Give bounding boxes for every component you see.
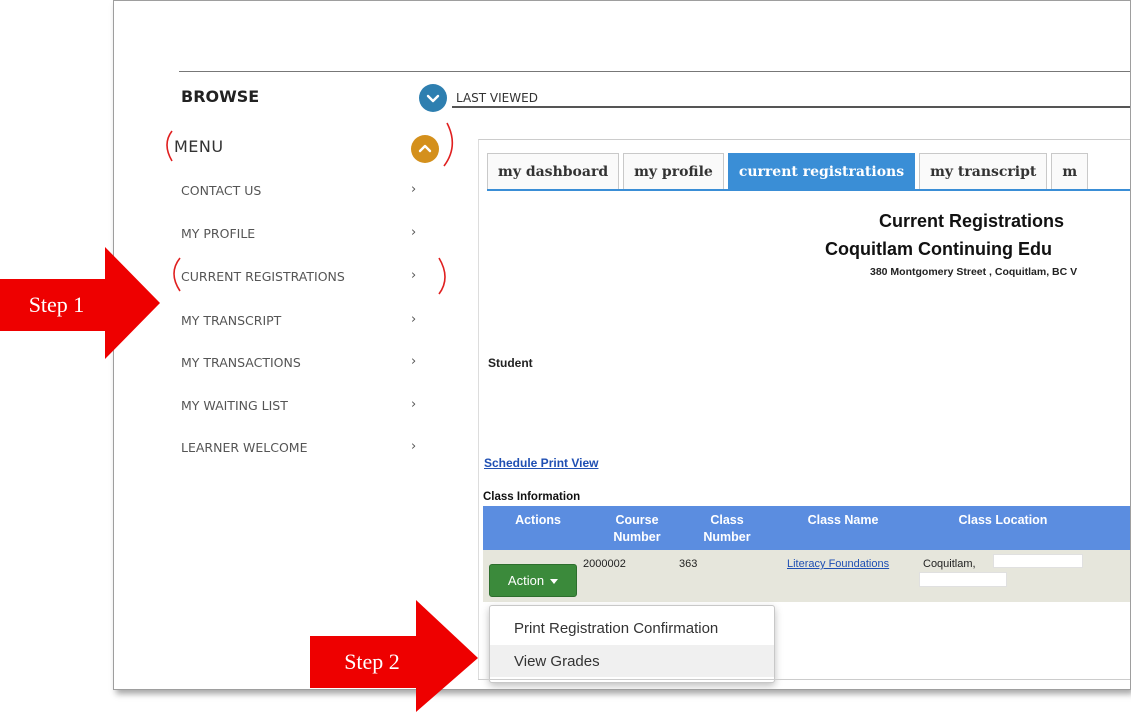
chevron-right-icon: ›	[411, 439, 417, 454]
sidebar-item-learner-welcome[interactable]: LEARNER WELCOME ›	[181, 436, 421, 462]
column-header-class-name: Class Name	[807, 513, 879, 527]
step2-arrow-icon	[416, 600, 478, 712]
redacted-field	[919, 572, 1007, 587]
table-header: Actions Course Number Class Number Class N…	[483, 506, 1130, 550]
column-header-actions: Actions	[515, 513, 561, 527]
tab-my-dashboard[interactable]: my dashboard	[487, 153, 620, 189]
tab-current-registrations[interactable]: current registrations	[727, 153, 916, 189]
class-name-link[interactable]: Literacy Foundations	[787, 558, 889, 570]
top-divider	[179, 71, 1130, 72]
menu-item-print-registration-confirmation[interactable]: Print Registration Confirmation	[490, 612, 774, 644]
tab-bar: my dashboard my profile current registra…	[487, 153, 1089, 189]
last-viewed-divider	[452, 106, 1130, 108]
sidebar-item-label: MY TRANSCRIPT	[181, 313, 282, 328]
class-location-cell: Coquitlam,	[923, 558, 976, 570]
browse-expand-button[interactable]	[419, 84, 447, 112]
main-panel: my dashboard my profile current registra…	[478, 139, 1130, 683]
chevron-up-icon	[418, 144, 432, 153]
sidebar-item-label: LEARNER WELCOME	[181, 440, 308, 455]
sidebar-item-my-waiting-list[interactable]: MY WAITING LIST ›	[181, 394, 421, 420]
tab-more[interactable]: m	[1051, 153, 1089, 189]
schedule-print-view-link[interactable]: Schedule Print View	[484, 456, 598, 470]
sidebar-item-my-transcript[interactable]: MY TRANSCRIPT ›	[181, 309, 421, 335]
sidebar-item-label: CURRENT REGISTRATIONS	[181, 269, 345, 284]
column-header-course-number: Course Number	[613, 513, 661, 544]
sidebar-item-label: CONTACT US	[181, 183, 262, 198]
sidebar-item-my-transactions[interactable]: MY TRANSACTIONS ›	[181, 351, 421, 377]
browse-heading: BROWSE	[181, 87, 260, 106]
sidebar-item-current-registrations[interactable]: CURRENT REGISTRATIONS ›	[181, 265, 421, 291]
action-dropdown-button[interactable]: Action	[489, 564, 577, 597]
tab-my-profile[interactable]: my profile	[623, 153, 724, 189]
course-number-cell: 2000002	[583, 558, 626, 570]
last-viewed-label[interactable]: LAST VIEWED	[456, 91, 538, 105]
tab-underline	[487, 189, 1130, 191]
class-information-heading: Class Information	[483, 491, 581, 503]
sidebar-item-label: MY WAITING LIST	[181, 398, 288, 413]
menu-collapse-button[interactable]	[411, 135, 439, 163]
redacted-field	[993, 554, 1083, 568]
step1-arrow-icon	[105, 247, 160, 359]
chevron-right-icon: ›	[411, 182, 417, 197]
column-header-class-number: Class Number	[703, 513, 751, 544]
organization-address: 380 Montgomery Street , Coquitlam, BC V	[870, 266, 1078, 278]
sidebar-item-label: MY PROFILE	[181, 226, 256, 241]
action-button-label: Action	[507, 573, 545, 588]
action-menu: Print Registration Confirmation View Gra…	[489, 605, 775, 683]
step1-callout: Step 1	[0, 279, 113, 331]
sidebar-item-label: MY TRANSACTIONS	[181, 355, 301, 370]
page-title: Current Registrations	[879, 211, 1065, 231]
organization-name: Coquitlam Continuing Edu	[825, 239, 1052, 259]
sidebar-item-contact-us[interactable]: CONTACT US ›	[181, 179, 421, 205]
menu-heading: MENU	[174, 137, 224, 156]
chevron-right-icon: ›	[411, 268, 417, 283]
chevron-right-icon: ›	[411, 225, 417, 240]
bottom-divider	[478, 679, 1130, 680]
sidebar-item-my-profile[interactable]: MY PROFILE ›	[181, 222, 421, 248]
tab-my-transcript[interactable]: my transcript	[919, 153, 1048, 189]
student-label: Student	[488, 356, 533, 370]
chevron-down-icon	[426, 94, 440, 103]
chevron-right-icon: ›	[411, 354, 417, 369]
screenshot-frame: BROWSE LAST VIEWED MENU CONTACT US › MY …	[113, 0, 1131, 690]
column-header-class-location: Class Location	[958, 513, 1048, 527]
caret-down-icon	[550, 579, 559, 584]
chevron-right-icon: ›	[411, 312, 417, 327]
table-row: 2000002 363 Literacy Foundations Coquitl…	[483, 550, 1130, 602]
class-number-cell: 363	[679, 558, 698, 570]
menu-item-view-grades[interactable]: View Grades	[490, 645, 774, 677]
chevron-right-icon: ›	[411, 397, 417, 412]
